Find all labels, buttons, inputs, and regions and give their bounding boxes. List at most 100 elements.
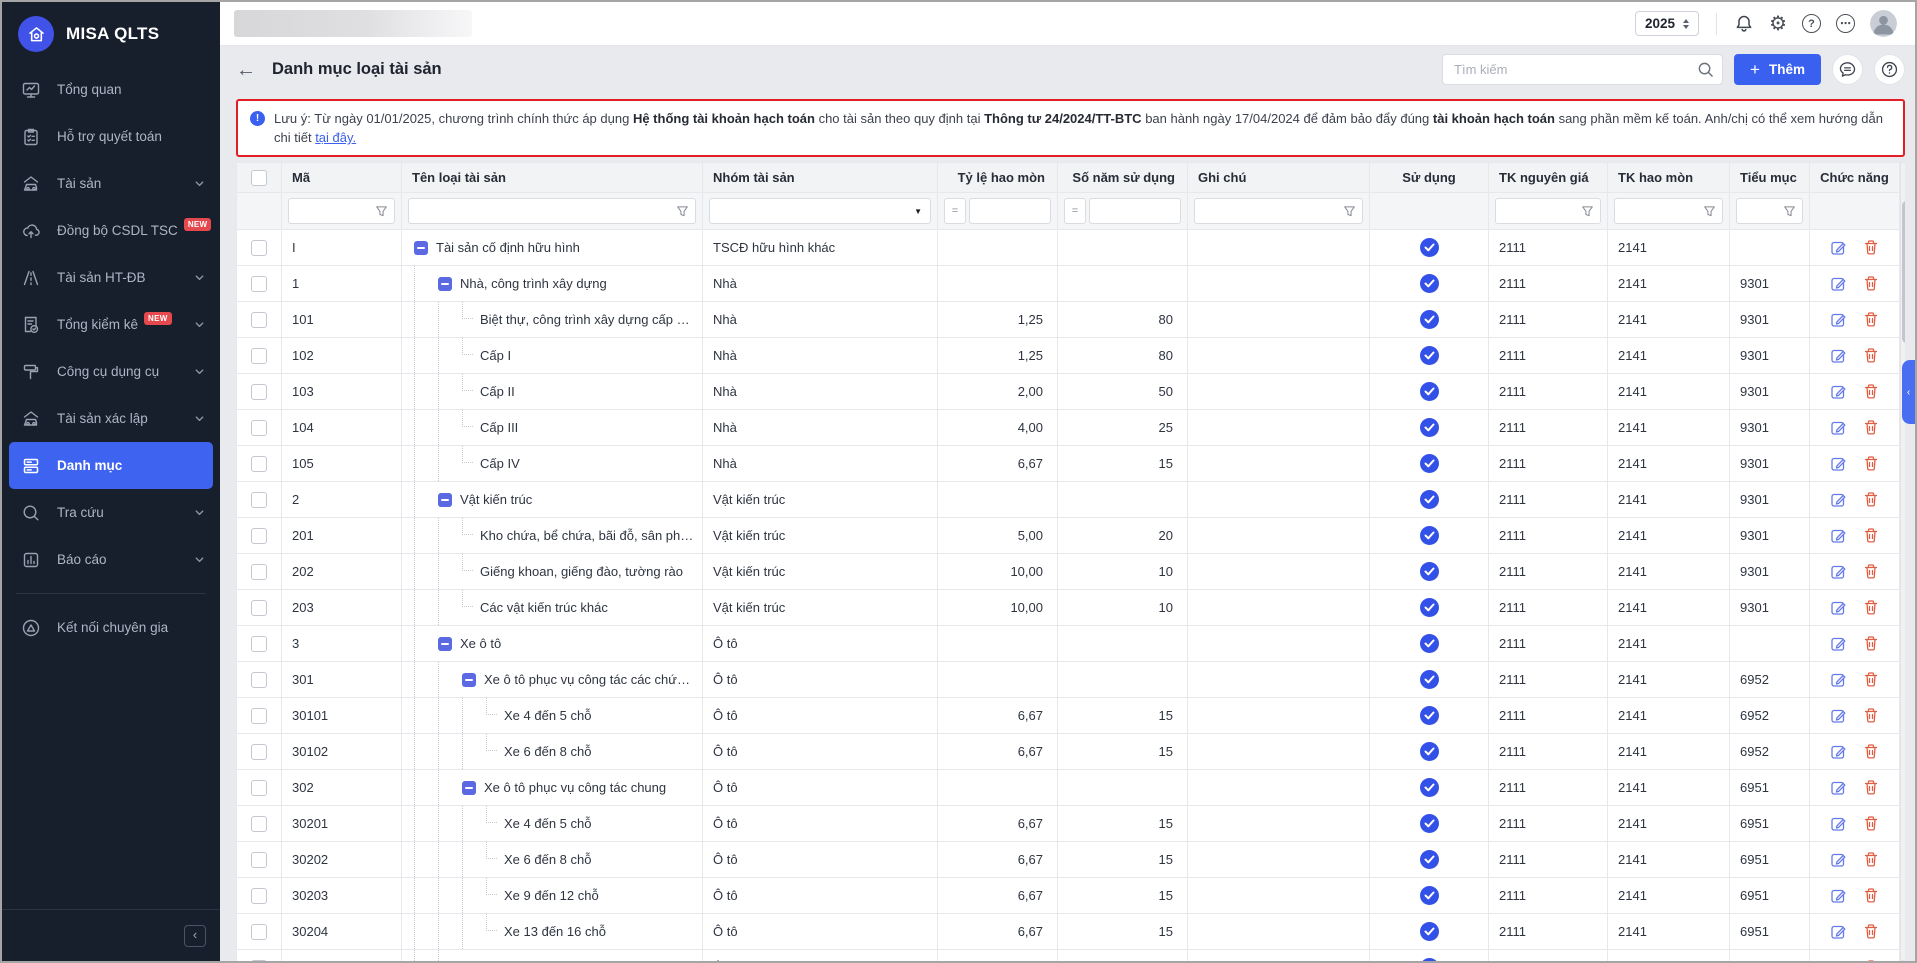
filter-input-tk_nguyen_gia[interactable] — [1502, 203, 1577, 219]
in-use-check-icon[interactable] — [1420, 886, 1439, 905]
delete-button[interactable] — [1861, 669, 1881, 690]
in-use-check-icon[interactable] — [1420, 922, 1439, 941]
collapse-toggle-icon[interactable] — [438, 277, 452, 291]
row-checkbox[interactable] — [251, 636, 267, 652]
delete-button[interactable] — [1861, 885, 1881, 906]
row-checkbox[interactable] — [251, 852, 267, 868]
filter-input-tk_hao_mon[interactable] — [1621, 203, 1699, 219]
collapse-toggle-icon[interactable] — [462, 673, 476, 687]
edit-button[interactable] — [1828, 669, 1849, 690]
delete-button[interactable] — [1861, 453, 1881, 474]
sidebar-item-1-settlement-support[interactable]: Hỗ trợ quyết toán — [9, 113, 213, 160]
delete-button[interactable] — [1861, 957, 1881, 961]
delete-button[interactable] — [1861, 309, 1881, 330]
row-checkbox[interactable] — [251, 924, 267, 940]
in-use-check-icon[interactable] — [1420, 634, 1439, 653]
sidebar-collapse-button[interactable]: ‹ — [184, 925, 206, 947]
sidebar-item-7-established-assets[interactable]: Tài sản xác lập — [9, 395, 213, 442]
filter-input-code[interactable] — [295, 203, 371, 219]
sidebar-item-3-sync-database[interactable]: Đồng bộ CSDL TSCNEW — [9, 207, 213, 254]
help-circle-button[interactable] — [1874, 54, 1905, 85]
in-use-check-icon[interactable] — [1420, 418, 1439, 437]
in-use-check-icon[interactable] — [1420, 814, 1439, 833]
row-checkbox[interactable] — [251, 564, 267, 580]
year-stepper-icon[interactable] — [1683, 19, 1689, 29]
delete-button[interactable] — [1861, 849, 1881, 870]
delete-button[interactable] — [1861, 525, 1881, 546]
more-options-icon[interactable]: ⋯ — [1836, 14, 1855, 33]
in-use-check-icon[interactable] — [1420, 598, 1439, 617]
row-checkbox[interactable] — [251, 384, 267, 400]
user-avatar[interactable] — [1870, 10, 1897, 37]
collapse-toggle-icon[interactable] — [438, 493, 452, 507]
delete-button[interactable] — [1861, 561, 1881, 582]
search-icon[interactable] — [1697, 61, 1714, 78]
filter-funnel-icon[interactable] — [1581, 205, 1594, 218]
edit-button[interactable] — [1828, 489, 1849, 510]
row-checkbox[interactable] — [251, 672, 267, 688]
edit-button[interactable] — [1828, 561, 1849, 582]
delete-button[interactable] — [1861, 705, 1881, 726]
filter-input-tieu_muc[interactable] — [1743, 203, 1779, 219]
in-use-check-icon[interactable] — [1420, 706, 1439, 725]
in-use-check-icon[interactable] — [1420, 778, 1439, 797]
in-use-check-icon[interactable] — [1420, 238, 1439, 257]
guide-link[interactable]: tại đây. — [315, 130, 356, 145]
in-use-check-icon[interactable] — [1420, 490, 1439, 509]
edit-button[interactable] — [1828, 237, 1849, 258]
edit-button[interactable] — [1828, 453, 1849, 474]
feedback-chat-button[interactable] — [1832, 54, 1863, 85]
in-use-check-icon[interactable] — [1420, 958, 1439, 961]
settings-gear-icon[interactable]: ⚙ — [1769, 14, 1787, 34]
in-use-check-icon[interactable] — [1420, 850, 1439, 869]
vertical-scrollbar[interactable] — [1900, 162, 1905, 961]
collapse-toggle-icon[interactable] — [462, 781, 476, 795]
sidebar-item-expert-connect[interactable]: Kết nối chuyên gia — [9, 604, 213, 651]
sidebar-item-8-catalog[interactable]: Danh mục — [9, 442, 213, 489]
row-checkbox[interactable] — [251, 348, 267, 364]
delete-button[interactable] — [1861, 921, 1881, 942]
row-checkbox[interactable] — [251, 816, 267, 832]
help-icon[interactable]: ? — [1802, 14, 1821, 33]
row-checkbox[interactable] — [251, 744, 267, 760]
sidebar-item-6-tools[interactable]: Công cụ dụng cụ — [9, 348, 213, 395]
filter-funnel-icon[interactable] — [375, 205, 388, 218]
filter-operator-years[interactable]: = — [1064, 198, 1086, 224]
in-use-check-icon[interactable] — [1420, 346, 1439, 365]
delete-button[interactable] — [1861, 381, 1881, 402]
sidebar-item-9-lookup[interactable]: Tra cứu — [9, 489, 213, 536]
in-use-check-icon[interactable] — [1420, 526, 1439, 545]
row-checkbox[interactable] — [251, 960, 267, 961]
filter-input-name[interactable] — [415, 203, 672, 219]
edit-button[interactable] — [1828, 813, 1849, 834]
sidebar-item-0-overview[interactable]: Tổng quan — [9, 66, 213, 113]
edit-button[interactable] — [1828, 705, 1849, 726]
edit-button[interactable] — [1828, 957, 1849, 961]
filter-funnel-icon[interactable] — [1703, 205, 1716, 218]
collapse-toggle-icon[interactable] — [414, 241, 428, 255]
sidebar-item-5-inventory-check[interactable]: Tổng kiểm kêNEW — [9, 301, 213, 348]
notifications-bell-icon[interactable] — [1734, 14, 1754, 34]
row-checkbox[interactable] — [251, 456, 267, 472]
back-arrow-icon[interactable]: ← — [236, 60, 256, 80]
delete-button[interactable] — [1861, 237, 1881, 258]
edit-button[interactable] — [1828, 633, 1849, 654]
sidebar-item-2-assets[interactable]: Tài sản — [9, 160, 213, 207]
row-checkbox[interactable] — [251, 528, 267, 544]
delete-button[interactable] — [1861, 741, 1881, 762]
filter-funnel-icon[interactable] — [1343, 205, 1356, 218]
in-use-check-icon[interactable] — [1420, 562, 1439, 581]
edit-button[interactable] — [1828, 309, 1849, 330]
filter-input-note[interactable] — [1201, 203, 1339, 219]
right-panel-toggle[interactable]: ‹ — [1902, 360, 1915, 424]
edit-button[interactable] — [1828, 885, 1849, 906]
search-input[interactable] — [1442, 54, 1723, 85]
select-all-checkbox[interactable] — [251, 170, 267, 186]
filter-operator-rate[interactable]: = — [944, 198, 966, 224]
filter-input-years[interactable] — [1089, 198, 1181, 224]
in-use-check-icon[interactable] — [1420, 742, 1439, 761]
edit-button[interactable] — [1828, 381, 1849, 402]
collapse-toggle-icon[interactable] — [438, 637, 452, 651]
year-selector[interactable]: 2025 — [1635, 11, 1699, 36]
in-use-check-icon[interactable] — [1420, 454, 1439, 473]
